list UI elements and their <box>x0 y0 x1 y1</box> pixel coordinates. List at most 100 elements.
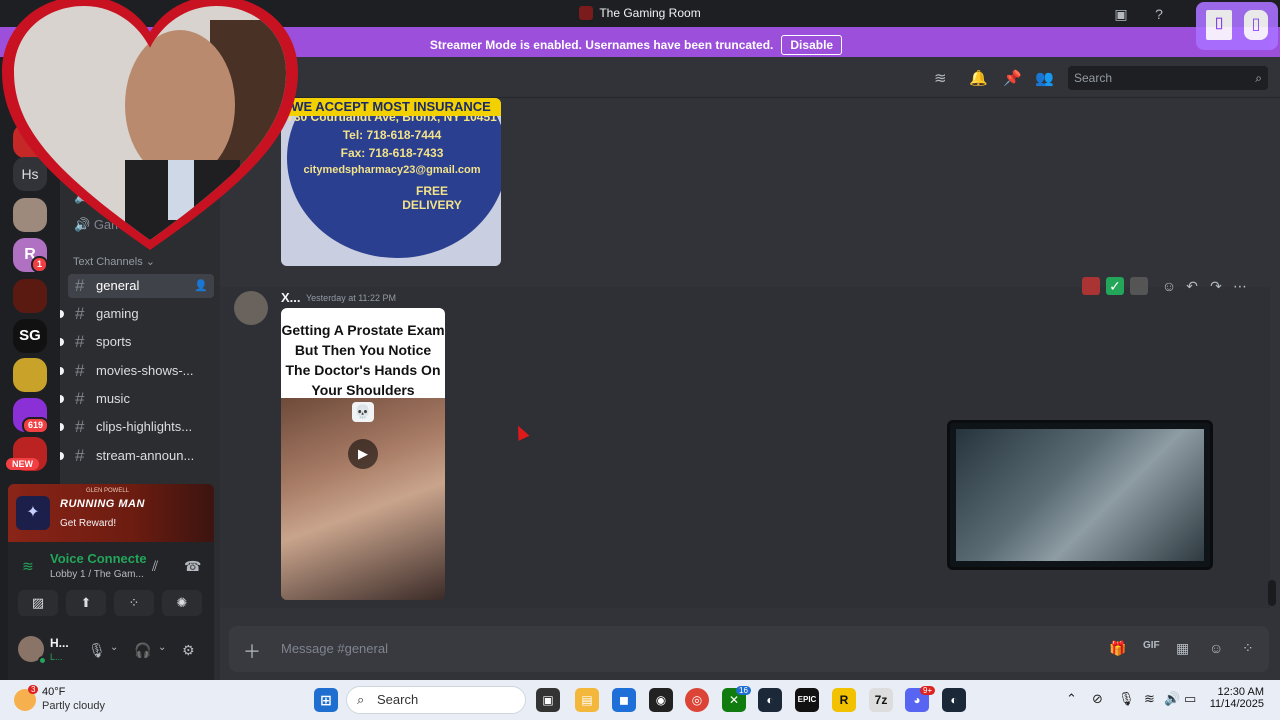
plus-icon[interactable]: ＋ <box>243 638 261 664</box>
noise-suppression-icon[interactable]: ⫽ <box>152 558 158 575</box>
camera-off-button[interactable]: ▨ <box>18 590 58 616</box>
check-icon[interactable]: ✓ <box>1106 277 1124 295</box>
search-input[interactable]: Search ⌕ <box>1068 66 1268 90</box>
sign-delivery-1: FREE <box>415 184 448 198</box>
hash-icon: # <box>75 361 85 380</box>
signal-icon[interactable]: ≋ <box>22 558 34 575</box>
webcam-overlay <box>2 0 298 250</box>
obs-icon[interactable]: ◉ <box>649 688 673 712</box>
disconnect-icon[interactable]: ☎ <box>184 558 201 575</box>
chevron-up-icon[interactable]: ⌃ <box>1066 691 1077 707</box>
reaction-icon[interactable] <box>1082 277 1100 295</box>
play-icon[interactable]: ▶ <box>348 439 378 469</box>
message-image-sign[interactable]: 730 Courtlandt Ave, Bronx, NY 10451 Tel:… <box>281 98 501 266</box>
soundboard-button[interactable]: ✺ <box>162 590 202 616</box>
sign-fax: Fax: 718-618-7433 <box>340 146 444 160</box>
unread-dot <box>60 423 64 431</box>
quest-icon: ✦ <box>16 496 50 530</box>
username[interactable]: H... <box>50 636 69 650</box>
steam-icon-2[interactable]: ◐ <box>942 688 966 712</box>
avatar[interactable] <box>234 291 268 325</box>
unread-dot <box>60 452 64 460</box>
volume-icon[interactable]: 🔊 <box>1164 691 1180 707</box>
screen-share-button[interactable]: ⬆ <box>66 590 106 616</box>
category-text-channels[interactable]: Text Channels ⌄ <box>73 255 155 268</box>
bell-icon[interactable]: 🔔 <box>969 69 988 87</box>
chevron-down-icon[interactable]: ⌄ <box>110 642 118 653</box>
channel-gaming[interactable]: # gaming <box>68 302 214 326</box>
message-timestamp: Yesterday at 11:22 PM <box>306 293 397 303</box>
epic-games-icon[interactable]: EPIC <box>795 688 819 712</box>
chrome-icon[interactable]: ◎ <box>685 688 709 712</box>
voice-status[interactable]: Voice Connecte <box>50 551 147 566</box>
threads-icon[interactable]: ≋ <box>934 69 947 87</box>
microphone-icon[interactable]: 🎙 <box>1118 691 1135 707</box>
message-author[interactable]: X... <box>281 290 301 305</box>
inbox-icon[interactable]: ▣ <box>1112 5 1130 23</box>
taskbar-search[interactable]: ⌕ Search <box>346 686 526 714</box>
apps-icon[interactable]: ⁘ <box>1242 640 1254 657</box>
channel-stream-announcements[interactable]: # stream-announ... <box>68 444 214 468</box>
user-status: L... <box>50 652 63 662</box>
gear-icon[interactable]: ⚙ <box>182 642 195 659</box>
rockstar-icon[interactable]: R <box>832 688 856 712</box>
quest-promo[interactable]: ✦ GLEN POWELL RUNNING MAN Get Reward! <box>8 484 214 542</box>
voice-panel: ≋ Voice Connecte Lobby 1 / The Gam... ⫽ … <box>8 542 214 620</box>
headphones-icon[interactable]: 🎧 <box>134 642 151 659</box>
channel-header: ≋ 🔔 📌 👥 Search ⌕ <box>220 57 1280 98</box>
channel-sports[interactable]: # sports <box>68 330 214 354</box>
invite-icon[interactable]: 👤 <box>194 274 208 298</box>
video-caption: Getting A Prostate Exam But Then You Not… <box>281 308 445 398</box>
help-icon[interactable]: ? <box>1150 5 1168 23</box>
gift-icon[interactable]: 🎁 <box>1109 640 1126 657</box>
clock[interactable]: 12:30 AM 11/14/2025 <box>1208 686 1264 710</box>
voice-location[interactable]: Lobby 1 / The Gam... <box>50 569 144 580</box>
more-icon[interactable]: ⋯ <box>1231 277 1249 295</box>
unread-dot <box>60 395 64 403</box>
activities-button[interactable]: ⁘ <box>114 590 154 616</box>
task-view-icon[interactable]: ▣ <box>536 688 560 712</box>
channel-clips-highlights[interactable]: # clips-highlights... <box>68 415 214 439</box>
pin-icon[interactable]: 📌 <box>1003 69 1022 87</box>
server-sg[interactable]: SG <box>13 319 47 353</box>
file-explorer-icon[interactable]: ▤ <box>575 688 599 712</box>
channel-movies-shows[interactable]: # movies-shows-... <box>68 359 214 383</box>
members-icon[interactable]: 👥 <box>1035 69 1054 87</box>
weather-desc[interactable]: Partly cloudy <box>42 700 105 712</box>
chevron-down-icon[interactable]: ⌄ <box>158 642 166 653</box>
video-attachment[interactable]: Getting A Prostate Exam But Then You Not… <box>281 308 445 600</box>
search-icon: ⌕ <box>357 692 365 707</box>
emoji-icon[interactable]: ☺ <box>1209 640 1223 656</box>
disable-button[interactable]: Disable <box>781 35 843 55</box>
get-reward-link[interactable]: Get Reward! <box>60 518 116 529</box>
banner-message: Streamer Mode is enabled. Usernames have… <box>429 38 774 52</box>
steam-icon[interactable]: ◐ <box>758 688 782 712</box>
channel-general[interactable]: # general 👤 <box>68 274 214 298</box>
7zip-icon[interactable]: 7z <box>869 688 893 712</box>
hash-icon: # <box>75 276 85 295</box>
start-icon[interactable]: ⊞ <box>314 688 338 712</box>
reply-icon[interactable]: ↶ <box>1183 277 1201 295</box>
store-icon[interactable]: ◼ <box>612 688 636 712</box>
server-game-1[interactable] <box>13 279 47 313</box>
unread-badge: 1 <box>31 256 49 273</box>
scrollbar[interactable] <box>1268 580 1276 606</box>
sticker-icon[interactable]: ▦ <box>1176 640 1189 657</box>
stream-preview[interactable] <box>947 420 1213 570</box>
pharmacy-sign: 730 Courtlandt Ave, Bronx, NY 10451 Tel:… <box>287 98 501 258</box>
no-network-icon[interactable]: ⊘ <box>1092 691 1103 707</box>
forward-icon[interactable]: ↷ <box>1207 277 1225 295</box>
battery-icon[interactable]: ▭ <box>1184 691 1196 707</box>
wifi-icon[interactable]: ≋ <box>1144 691 1155 707</box>
message-input[interactable]: Message #general <box>281 641 388 656</box>
add-reaction-icon[interactable]: ☺ <box>1160 277 1178 295</box>
server-game-2[interactable] <box>13 358 47 392</box>
skull-icon: 💀 <box>352 402 374 422</box>
message-composer[interactable]: ＋ Message #general 🎁 GIF ▦ ☺ ⁘ <box>229 626 1269 672</box>
game-frame <box>956 429 1204 561</box>
weather-temp[interactable]: 40°F <box>42 686 65 698</box>
microphone-icon[interactable]: 🎙 <box>88 642 106 659</box>
reaction-icon[interactable] <box>1130 277 1148 295</box>
channel-music[interactable]: # music <box>68 387 214 411</box>
gif-icon[interactable]: GIF <box>1143 640 1160 651</box>
